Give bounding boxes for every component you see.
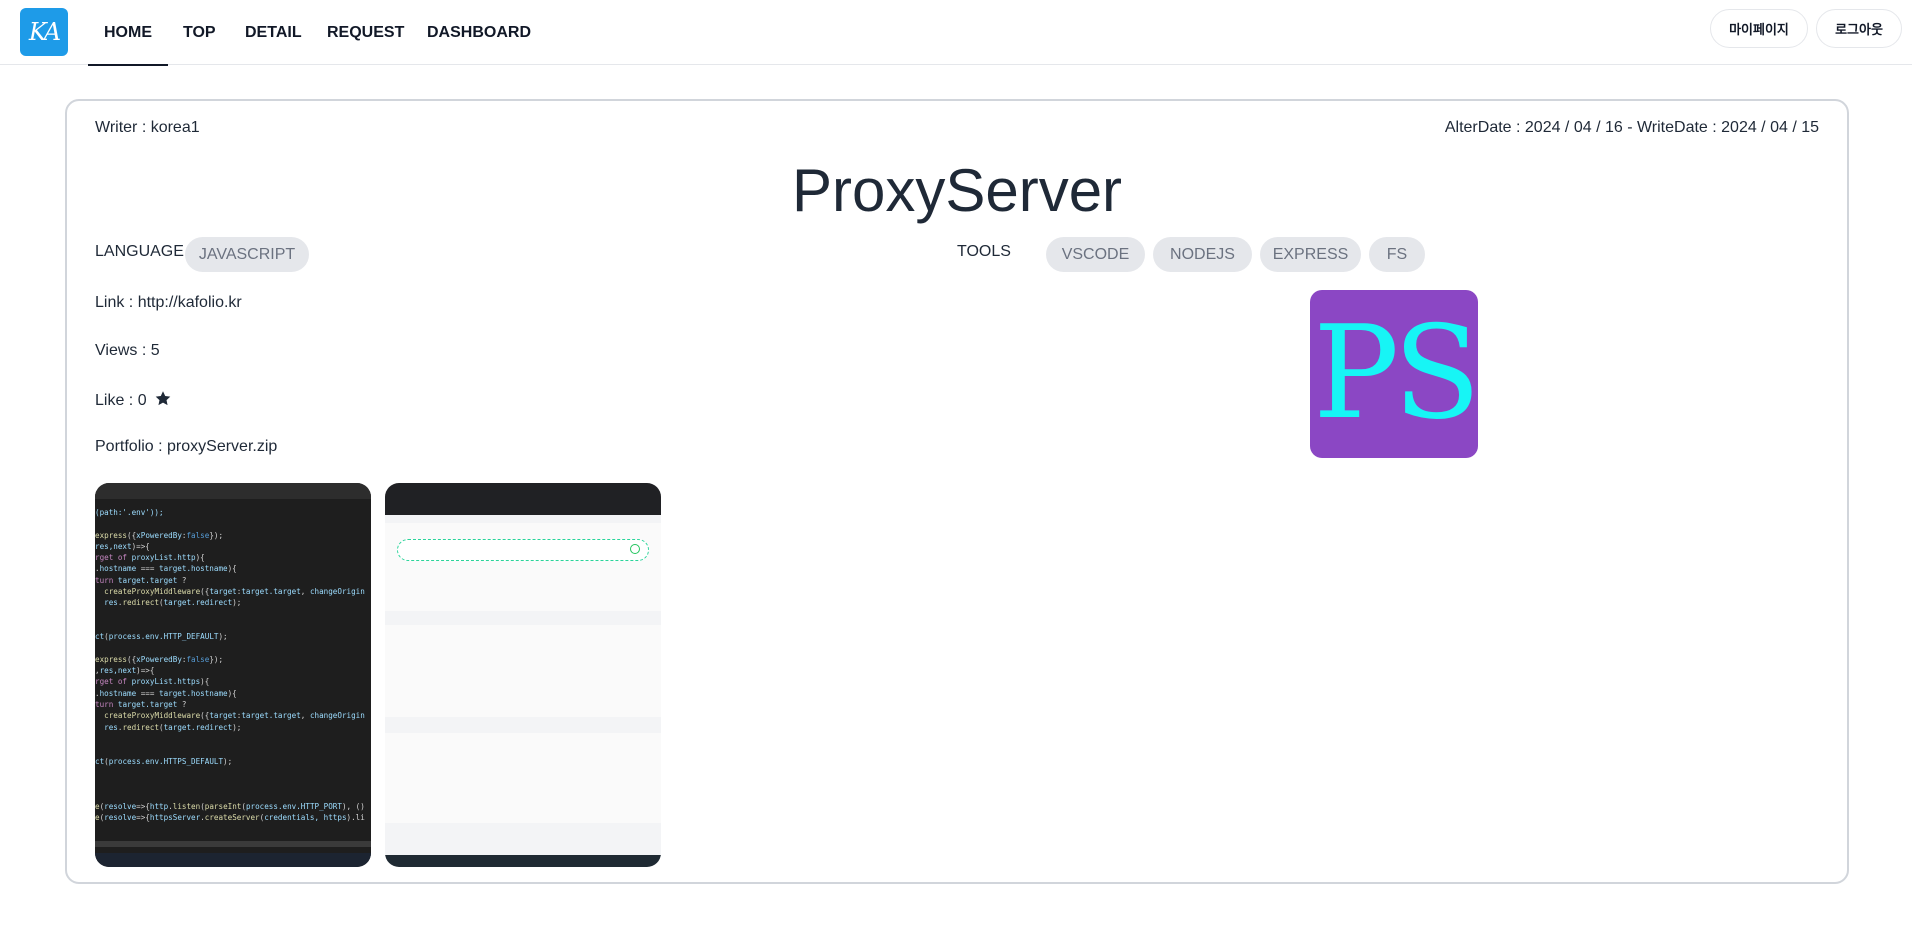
language-chip: JAVASCRIPT [185, 237, 309, 272]
nav-detail[interactable]: DETAIL [245, 0, 302, 65]
screenshot-code-editor[interactable]: (path:'.env')); express({xPoweredBy:fals… [95, 483, 371, 867]
browser-topbar [385, 483, 661, 515]
post-card: Writer : korea1 AlterDate : 2024 / 04 / … [65, 99, 1849, 884]
browser-panel-2 [385, 625, 661, 717]
tools-label: TOOLS [957, 243, 1011, 260]
browser-panel-3 [385, 733, 661, 823]
language-label: LANGUAGE [95, 243, 184, 260]
like-row: Like : 0 [95, 390, 172, 410]
tool-chip-vscode: VSCODE [1046, 237, 1145, 272]
nav-dashboard[interactable]: DASHBOARD [427, 0, 531, 65]
browser-search-bar [397, 539, 649, 561]
code-image-content: (path:'.env')); express({xPoweredBy:fals… [95, 508, 365, 823]
tool-chip-fs: FS [1369, 237, 1425, 272]
screenshot-browser[interactable] [385, 483, 661, 867]
dates-text: AlterDate : 2024 / 04 / 16 - WriteDate :… [1444, 119, 1819, 136]
writer-text: Writer : korea1 [95, 119, 200, 136]
star-icon[interactable] [154, 390, 172, 407]
logo-text: KA [28, 18, 61, 46]
logout-button[interactable]: 로그아웃 [1816, 9, 1902, 48]
editor-taskbar [95, 853, 371, 867]
tool-chip-express: EXPRESS [1260, 237, 1361, 272]
mypage-button[interactable]: 마이페이지 [1710, 9, 1808, 48]
page-title: ProxyServer [791, 157, 1123, 224]
like-text: Like : 0 [95, 392, 147, 409]
nav-top[interactable]: TOP [183, 0, 216, 65]
thumbnail-text: PS [1313, 299, 1478, 448]
browser-panel-1 [385, 523, 661, 611]
project-thumbnail: PS [1310, 290, 1478, 458]
top-nav: KA HOME TOP DETAIL REQUEST DASHBOARD 마이페… [0, 0, 1912, 66]
tool-chip-nodejs: NODEJS [1153, 237, 1252, 272]
link-text[interactable]: Link : http://kafolio.kr [95, 294, 242, 312]
nav-request[interactable]: REQUEST [327, 0, 404, 65]
views-text: Views : 5 [95, 342, 160, 359]
logo[interactable]: KA [20, 8, 68, 56]
editor-scrollbar [95, 841, 371, 847]
portfolio-text[interactable]: Portfolio : proxyServer.zip [95, 438, 277, 456]
browser-bottom-bar [385, 855, 661, 867]
search-icon [630, 544, 640, 554]
editor-titlebar [95, 483, 371, 499]
nav-home[interactable]: HOME [88, 0, 168, 66]
